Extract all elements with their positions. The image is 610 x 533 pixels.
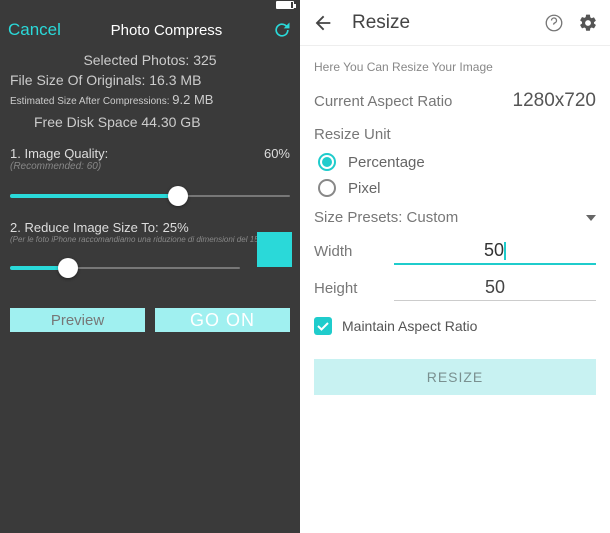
filesize-row: File Size Of Originals: 16.3 MB: [10, 70, 290, 90]
go-on-button[interactable]: GO ON: [155, 308, 290, 332]
resize-unit-label: Resize Unit: [314, 126, 596, 143]
status-bar: [0, 0, 300, 10]
resize-body: Here You Can Resize Your Image Current A…: [300, 46, 610, 335]
gear-icon[interactable]: [578, 13, 598, 33]
aspect-ratio-value: 1280x720: [513, 90, 596, 112]
quality-value: 60%: [264, 146, 290, 161]
refresh-icon[interactable]: [272, 20, 292, 40]
resize-unit-group: Percentage Pixel: [318, 153, 596, 197]
preview-button[interactable]: Preview: [10, 308, 145, 332]
info-block: Selected Photos: 325 File Size Of Origin…: [0, 50, 300, 132]
reduce-label: 2. Reduce Image Size To:: [10, 220, 159, 235]
check-icon: [314, 317, 332, 335]
left-nav: Cancel Photo Compress: [0, 10, 300, 50]
photo-compress-panel: Cancel Photo Compress Selected Photos: 3…: [0, 0, 300, 533]
aspect-ratio-row: Current Aspect Ratio 1280x720: [314, 90, 596, 112]
right-nav: Resize: [300, 0, 610, 46]
radio-icon: [318, 153, 336, 171]
height-input[interactable]: 50: [394, 275, 596, 301]
app-title: Photo Compress: [111, 22, 223, 39]
back-icon[interactable]: [312, 12, 334, 34]
radio-pixel[interactable]: Pixel: [318, 179, 596, 197]
resize-hint: Here You Can Resize Your Image: [314, 60, 596, 74]
page-title: Resize: [352, 12, 530, 34]
button-row: Preview GO ON: [0, 308, 300, 332]
battery-icon: [276, 1, 294, 9]
reduce-hint: (Per le foto iPhone raccomandiamo una ri…: [10, 235, 290, 244]
maintain-aspect-label: Maintain Aspect Ratio: [342, 318, 477, 334]
quality-label: 1. Image Quality:: [10, 146, 108, 161]
quality-slider[interactable]: [10, 184, 290, 208]
radio-icon: [318, 179, 336, 197]
reduce-value: 25%: [163, 220, 189, 235]
width-label: Width: [314, 243, 394, 260]
estimated-size-row: Estimated Size After Compressions: 9.2 M…: [10, 90, 290, 112]
height-label: Height: [314, 280, 394, 297]
reduce-slider[interactable]: [10, 256, 240, 280]
radio-percentage-label: Percentage: [348, 154, 425, 171]
help-icon[interactable]: [544, 13, 564, 33]
radio-percentage[interactable]: Percentage: [318, 153, 596, 171]
selected-photos-row: Selected Photos: 325: [10, 50, 290, 70]
quality-section: 1. Image Quality: 60% (Recommended: 60): [0, 146, 300, 208]
aspect-ratio-label: Current Aspect Ratio: [314, 93, 452, 110]
quality-hint: (Recommended: 60): [10, 161, 290, 172]
preview-thumbnail[interactable]: [257, 232, 292, 267]
cancel-button[interactable]: Cancel: [8, 20, 61, 40]
size-presets-value: Custom: [407, 209, 459, 226]
freedisk-row: Free Disk Space 44.30 GB: [10, 112, 290, 132]
resize-panel: Resize Here You Can Resize Your Image Cu…: [300, 0, 610, 533]
resize-button[interactable]: RESIZE: [314, 359, 596, 395]
size-presets-dropdown[interactable]: Size Presets: Custom: [314, 209, 596, 226]
chevron-down-icon: [586, 215, 596, 221]
maintain-aspect-checkbox[interactable]: Maintain Aspect Ratio: [314, 317, 596, 335]
size-presets-label: Size Presets:: [314, 209, 402, 226]
radio-pixel-label: Pixel: [348, 180, 381, 197]
width-row: Width 50: [314, 238, 596, 265]
reduce-section: 2. Reduce Image Size To: 25% (Per le fot…: [0, 220, 300, 280]
height-row: Height 50: [314, 275, 596, 301]
width-input[interactable]: 50: [394, 238, 596, 265]
